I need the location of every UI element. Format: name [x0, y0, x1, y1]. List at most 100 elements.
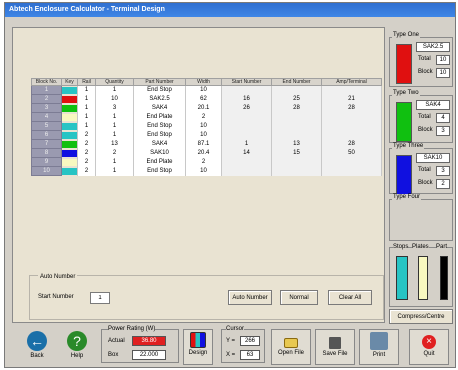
cell-amp	[321, 121, 382, 131]
cell-rail: 2	[77, 130, 96, 140]
cell-qty: 10	[95, 94, 134, 104]
cell-rail: 1	[77, 85, 96, 95]
auto-number-label: Auto Number	[38, 274, 78, 280]
type-four-group: Type Four	[389, 194, 453, 241]
print-button[interactable]: Print	[359, 329, 399, 365]
start-number-label: Start Number	[38, 294, 74, 300]
table-row[interactable]: 4 1 1 End Plate 2	[31, 112, 382, 122]
compress-centre-button[interactable]: Compress/Centre	[389, 309, 453, 324]
key-swatch	[61, 139, 78, 149]
cell-amp: 28	[321, 139, 382, 149]
key-swatch	[61, 166, 78, 176]
quit-button[interactable]: × Quit	[409, 329, 449, 365]
type-three-group: Type Three SAK10 Total 3 Block 2	[389, 143, 453, 195]
type-one-label: Type One	[392, 32, 421, 38]
cursor-y-label: Y =	[226, 338, 236, 344]
key-swatch	[61, 85, 78, 95]
table-row[interactable]: 7 2 13 SAK4 87.1 1 13 28	[31, 139, 382, 149]
auto-number-button[interactable]: Auto Number	[228, 290, 272, 305]
save-file-button[interactable]: Save File	[315, 329, 355, 365]
type-one-part: SAK2.5	[416, 42, 450, 52]
cell-amp: 50	[321, 148, 382, 158]
power-rating-label: Power Rating (W)	[108, 326, 156, 332]
type-three-swatch	[396, 155, 412, 195]
type-one-swatch	[396, 44, 412, 84]
clear-all-button[interactable]: Clear All	[328, 290, 372, 305]
cell-end	[271, 130, 322, 140]
cell-qty: 1	[95, 157, 134, 167]
title-bar: Abtech Enclosure Calculator - Terminal D…	[5, 3, 455, 17]
table-row[interactable]: 5 1 1 End Stop 10	[31, 121, 382, 131]
key-swatch	[61, 130, 78, 140]
cell-block: 9	[31, 157, 62, 167]
column-header: Part Number	[133, 78, 186, 86]
type-two-group: Type Two SAK4 Total 4 Block 3	[389, 90, 453, 143]
actual-label: Actual	[108, 338, 125, 344]
cell-rail: 1	[77, 103, 96, 113]
key-color-swatch	[62, 95, 77, 103]
cell-qty: 1	[95, 112, 134, 122]
stops-swatch	[396, 256, 408, 300]
cell-rail: 1	[77, 112, 96, 122]
folder-icon	[284, 338, 298, 348]
type-two-total: 4	[436, 113, 450, 123]
cell-part: SAK4	[133, 139, 186, 149]
auto-number-group: Auto Number Start Number Auto Number Nor…	[29, 274, 384, 320]
table-row[interactable]: 9 2 1 End Plate 2	[31, 157, 382, 167]
cell-block: 8	[31, 148, 62, 158]
open-file-button[interactable]: Open File	[271, 329, 311, 365]
cell-block: 3	[31, 103, 62, 113]
cell-part: End Stop	[133, 85, 186, 95]
back-arrow-icon: ←	[27, 331, 47, 351]
help-button[interactable]: ? Help	[57, 329, 97, 365]
table-row[interactable]: 10 2 1 End Stop 10	[31, 166, 382, 176]
open-file-label: Open File	[277, 350, 304, 356]
cell-qty: 2	[95, 148, 134, 158]
design-button[interactable]: Design	[183, 329, 213, 365]
cell-rail: 2	[77, 148, 96, 158]
cursor-y-value: 266	[240, 336, 260, 346]
print-icon	[370, 332, 388, 350]
cell-part: SAK2.5	[133, 94, 186, 104]
type-two-total-label: Total	[418, 114, 431, 120]
plates-label: Plates	[412, 244, 429, 250]
table-row[interactable]: 8 2 2 SAK10 20.4 14 15 50	[31, 148, 382, 158]
cell-part: SAK10	[133, 148, 186, 158]
type-three-block: 2	[436, 179, 450, 189]
cursor-x-value: 63	[240, 350, 260, 360]
type-one-total-label: Total	[418, 56, 431, 62]
cell-qty: 1	[95, 130, 134, 140]
design-icon	[190, 332, 206, 348]
key-swatch	[61, 94, 78, 104]
type-two-label: Type Two	[392, 90, 420, 96]
back-button[interactable]: ← Back	[17, 329, 57, 365]
legend-group: Stops Plates Part	[389, 244, 453, 307]
table-row[interactable]: 1 1 1 End Stop 10	[31, 85, 382, 95]
cell-part: End Stop	[133, 121, 186, 131]
key-color-swatch	[62, 104, 77, 112]
cursor-label: Cursor	[226, 326, 245, 332]
key-color-swatch	[62, 167, 77, 175]
box-value: 22.000	[132, 350, 166, 360]
cell-part: End Stop	[133, 166, 186, 176]
key-color-swatch	[62, 158, 77, 166]
column-header: Key	[61, 78, 78, 86]
cell-part: End Plate	[133, 157, 186, 167]
table-row[interactable]: 6 2 1 End Stop 10	[31, 130, 382, 140]
cell-block: 2	[31, 94, 62, 104]
table-row[interactable]: 3 1 3 SAK4 20.1 26 28 28	[31, 103, 382, 113]
cell-end	[271, 157, 322, 167]
type-two-block-label: Block	[418, 127, 433, 133]
cell-block: 6	[31, 130, 62, 140]
cell-width: 10	[185, 130, 222, 140]
normal-button[interactable]: Normal	[280, 290, 318, 305]
start-number-input[interactable]	[90, 292, 110, 304]
cell-rail: 2	[77, 139, 96, 149]
cell-amp: 28	[321, 103, 382, 113]
cell-start	[221, 85, 272, 95]
cell-amp: 21	[321, 94, 382, 104]
design-label: Design	[188, 350, 208, 356]
cell-end	[271, 112, 322, 122]
table-row[interactable]: 2 1 10 SAK2.5 62 16 25 21	[31, 94, 382, 104]
cell-qty: 1	[95, 121, 134, 131]
